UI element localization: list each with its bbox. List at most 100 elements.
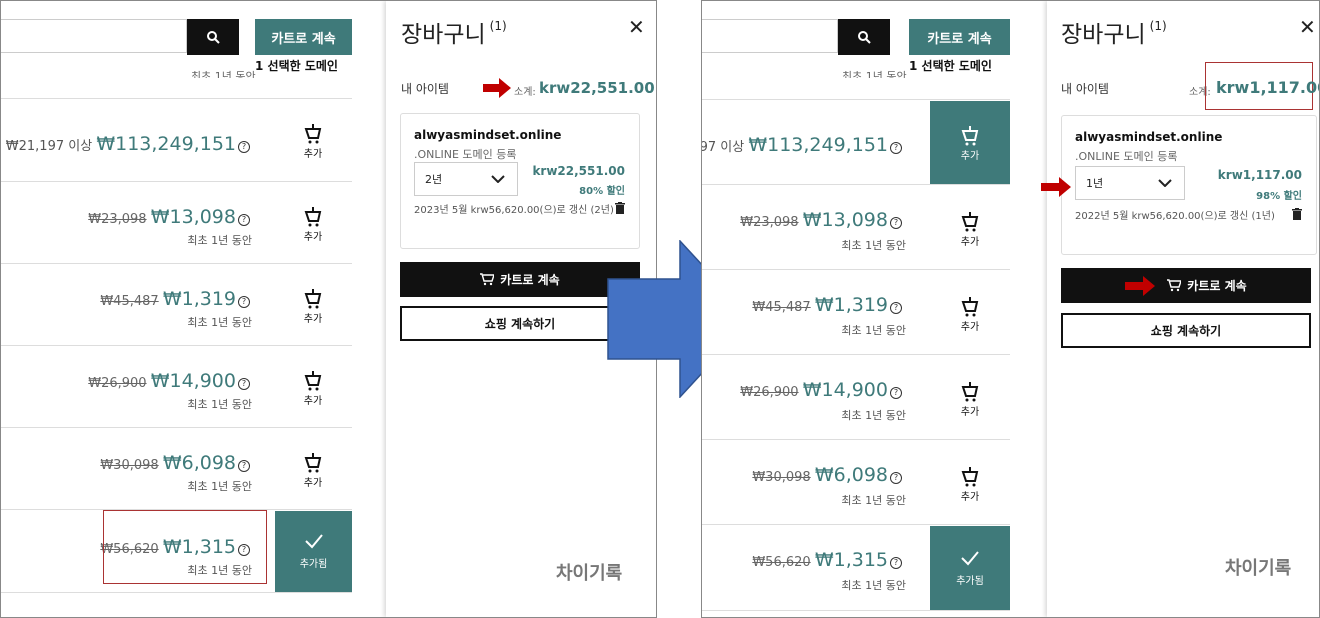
price-prefix: 1,197 이상 <box>701 140 745 155</box>
item-price: krw1,117.00 <box>1217 168 1302 182</box>
cart-icon <box>480 273 495 286</box>
cart-title-text: 장바구니 <box>1061 22 1146 48</box>
cart-icon <box>1167 279 1182 292</box>
info-icon[interactable]: ? <box>238 377 250 390</box>
cart-add-icon <box>304 288 322 308</box>
info-icon[interactable]: ? <box>238 459 250 472</box>
add-button[interactable]: 추가 <box>930 101 1010 185</box>
info-icon[interactable]: ? <box>890 556 902 569</box>
info-icon[interactable]: ? <box>890 216 902 229</box>
search-input[interactable] <box>1 19 187 53</box>
add-button[interactable]: 추가 <box>274 119 352 163</box>
price-prefix: 연 ₩21,197 이상 <box>1 139 93 154</box>
close-icon[interactable]: ✕ <box>628 15 645 39</box>
discount-label: 98% 할인 <box>1256 191 1302 202</box>
check-icon <box>304 534 323 549</box>
term-value: 2년 <box>425 173 443 186</box>
continue-to-cart-button[interactable]: 카트로 계속 <box>255 19 352 55</box>
period-text: 최초 1년 동안 <box>842 70 907 78</box>
close-icon[interactable]: ✕ <box>1299 15 1316 39</box>
price: ₩45,487 ₩1,319? <box>752 294 902 316</box>
renewal-text: 2022년 5월 krw56,620.00(으)로 갱신 (1년) <box>1075 211 1275 222</box>
current-price: ₩6,098 <box>814 464 888 486</box>
trash-icon[interactable] <box>615 202 625 217</box>
add-button[interactable]: 추가 <box>274 202 352 246</box>
search-button[interactable] <box>838 19 890 55</box>
added-label: 추가됨 <box>299 559 328 570</box>
chevron-down-icon <box>1158 179 1172 187</box>
my-items-label: 내 아이템 <box>401 82 449 96</box>
item-price: krw22,551.00 <box>532 164 625 178</box>
add-button[interactable]: 추가 <box>930 377 1010 421</box>
current-price: ₩13,098 <box>802 209 888 231</box>
price: ₩30,098 ₩6,098? <box>752 464 902 486</box>
checkout-button[interactable]: 카트로 계속 <box>400 262 640 297</box>
period-text: 최초 1년 동안 <box>187 316 252 329</box>
domain-row: ₩45,487 ₩1,319? 최초 1년 동안 추가 <box>1 263 352 346</box>
info-icon[interactable]: ? <box>238 295 250 308</box>
checkout-button[interactable]: 카트로 계속 <box>1061 268 1311 303</box>
info-icon[interactable]: ? <box>890 141 902 154</box>
current-price: ₩113,249,151 <box>748 134 888 156</box>
continue-shopping-button[interactable]: 쇼핑 계속하기 <box>400 306 640 341</box>
cart-item-card: alwyasmindset.online .ONLINE 도메인 등록 1년 k… <box>1061 115 1317 255</box>
info-icon[interactable]: ? <box>890 471 902 484</box>
domain-row: 연 ₩21,197 이상 ₩113,249,151? 추가 <box>1 98 352 182</box>
info-icon[interactable]: ? <box>238 140 250 153</box>
my-items-label: 내 아이템 <box>1061 82 1109 96</box>
add-button[interactable]: 추가 <box>274 366 352 410</box>
original-price: ₩56,620 <box>752 555 811 570</box>
cart-add-icon <box>961 466 979 486</box>
add-label: 추가 <box>303 231 323 243</box>
continue-shopping-button[interactable]: 쇼핑 계속하기 <box>1061 313 1311 348</box>
info-icon[interactable]: ? <box>890 386 902 399</box>
domain-type: .ONLINE 도메인 등록 <box>1075 150 1178 163</box>
search-button[interactable] <box>187 19 239 55</box>
period-text: 최초 1년 동안 <box>187 234 252 247</box>
add-button[interactable]: 추가 <box>930 462 1010 506</box>
renewal-text: 2023년 5월 krw56,620.00(으)로 갱신 (2년) <box>414 205 614 216</box>
search-icon <box>858 31 871 44</box>
selected-domain-count: 1 선택한 도메인 <box>255 59 338 73</box>
current-price: ₩13,098 <box>150 206 236 228</box>
original-price: ₩26,900 <box>740 385 799 400</box>
term-select[interactable]: 2년 <box>414 162 518 196</box>
added-button[interactable]: 추가됨 <box>930 526 1010 610</box>
cart-count: (1) <box>489 19 507 33</box>
info-icon[interactable]: ? <box>238 213 250 226</box>
watermark: 차이기록 <box>1225 558 1292 579</box>
search-input[interactable] <box>702 19 838 53</box>
subtotal-value: krw22,551.00 <box>539 79 655 97</box>
add-button[interactable]: 추가 <box>274 448 352 492</box>
domain-row: 1,197 이상 ₩113,249,151? 추가 <box>702 99 1010 185</box>
continue-to-cart-button[interactable]: 카트로 계속 <box>909 19 1010 55</box>
checkout-label: 카트로 계속 <box>1187 279 1247 293</box>
add-button[interactable]: 추가 <box>274 284 352 328</box>
add-button[interactable]: 추가 <box>930 292 1010 336</box>
trash-icon[interactable] <box>1292 208 1302 223</box>
term-select[interactable]: 1년 <box>1075 166 1185 200</box>
add-label: 추가 <box>960 150 980 162</box>
selected-domain-count: 1 선택한 도메인 <box>909 59 992 73</box>
price: 연 ₩21,197 이상 ₩113,249,151? <box>1 133 250 155</box>
add-label: 추가 <box>303 395 323 407</box>
domain-row: ₩23,098 ₩13,098? 최초 1년 동안 추가 <box>702 184 1010 270</box>
search-icon <box>207 31 220 44</box>
domain-type: .ONLINE 도메인 등록 <box>414 148 517 161</box>
cart-count: (1) <box>1149 19 1167 33</box>
period-text: 최초 1년 동안 <box>191 70 256 78</box>
domain-row: ₩45,487 ₩1,319? 최초 1년 동안 추가 <box>702 269 1010 355</box>
price: ₩23,098 ₩13,098? <box>88 206 250 228</box>
cart-title: 장바구니 (1) <box>401 15 507 49</box>
info-icon[interactable]: ? <box>890 301 902 314</box>
domain-row: ₩30,098 ₩6,098? 최초 1년 동안 추가 <box>1 427 352 510</box>
subtotal-label: 소계: <box>514 87 536 98</box>
cart-title-text: 장바구니 <box>401 22 486 48</box>
original-price: ₩30,098 <box>100 458 159 473</box>
add-button[interactable]: 추가 <box>930 207 1010 251</box>
cart-item-card: alwyasmindset.online .ONLINE 도메인 등록 2년 k… <box>400 113 640 249</box>
price: 1,197 이상 ₩113,249,151? <box>701 134 902 156</box>
added-button[interactable]: 추가됨 <box>275 511 352 592</box>
original-price: ₩23,098 <box>740 215 799 230</box>
add-label: 추가 <box>303 313 323 325</box>
